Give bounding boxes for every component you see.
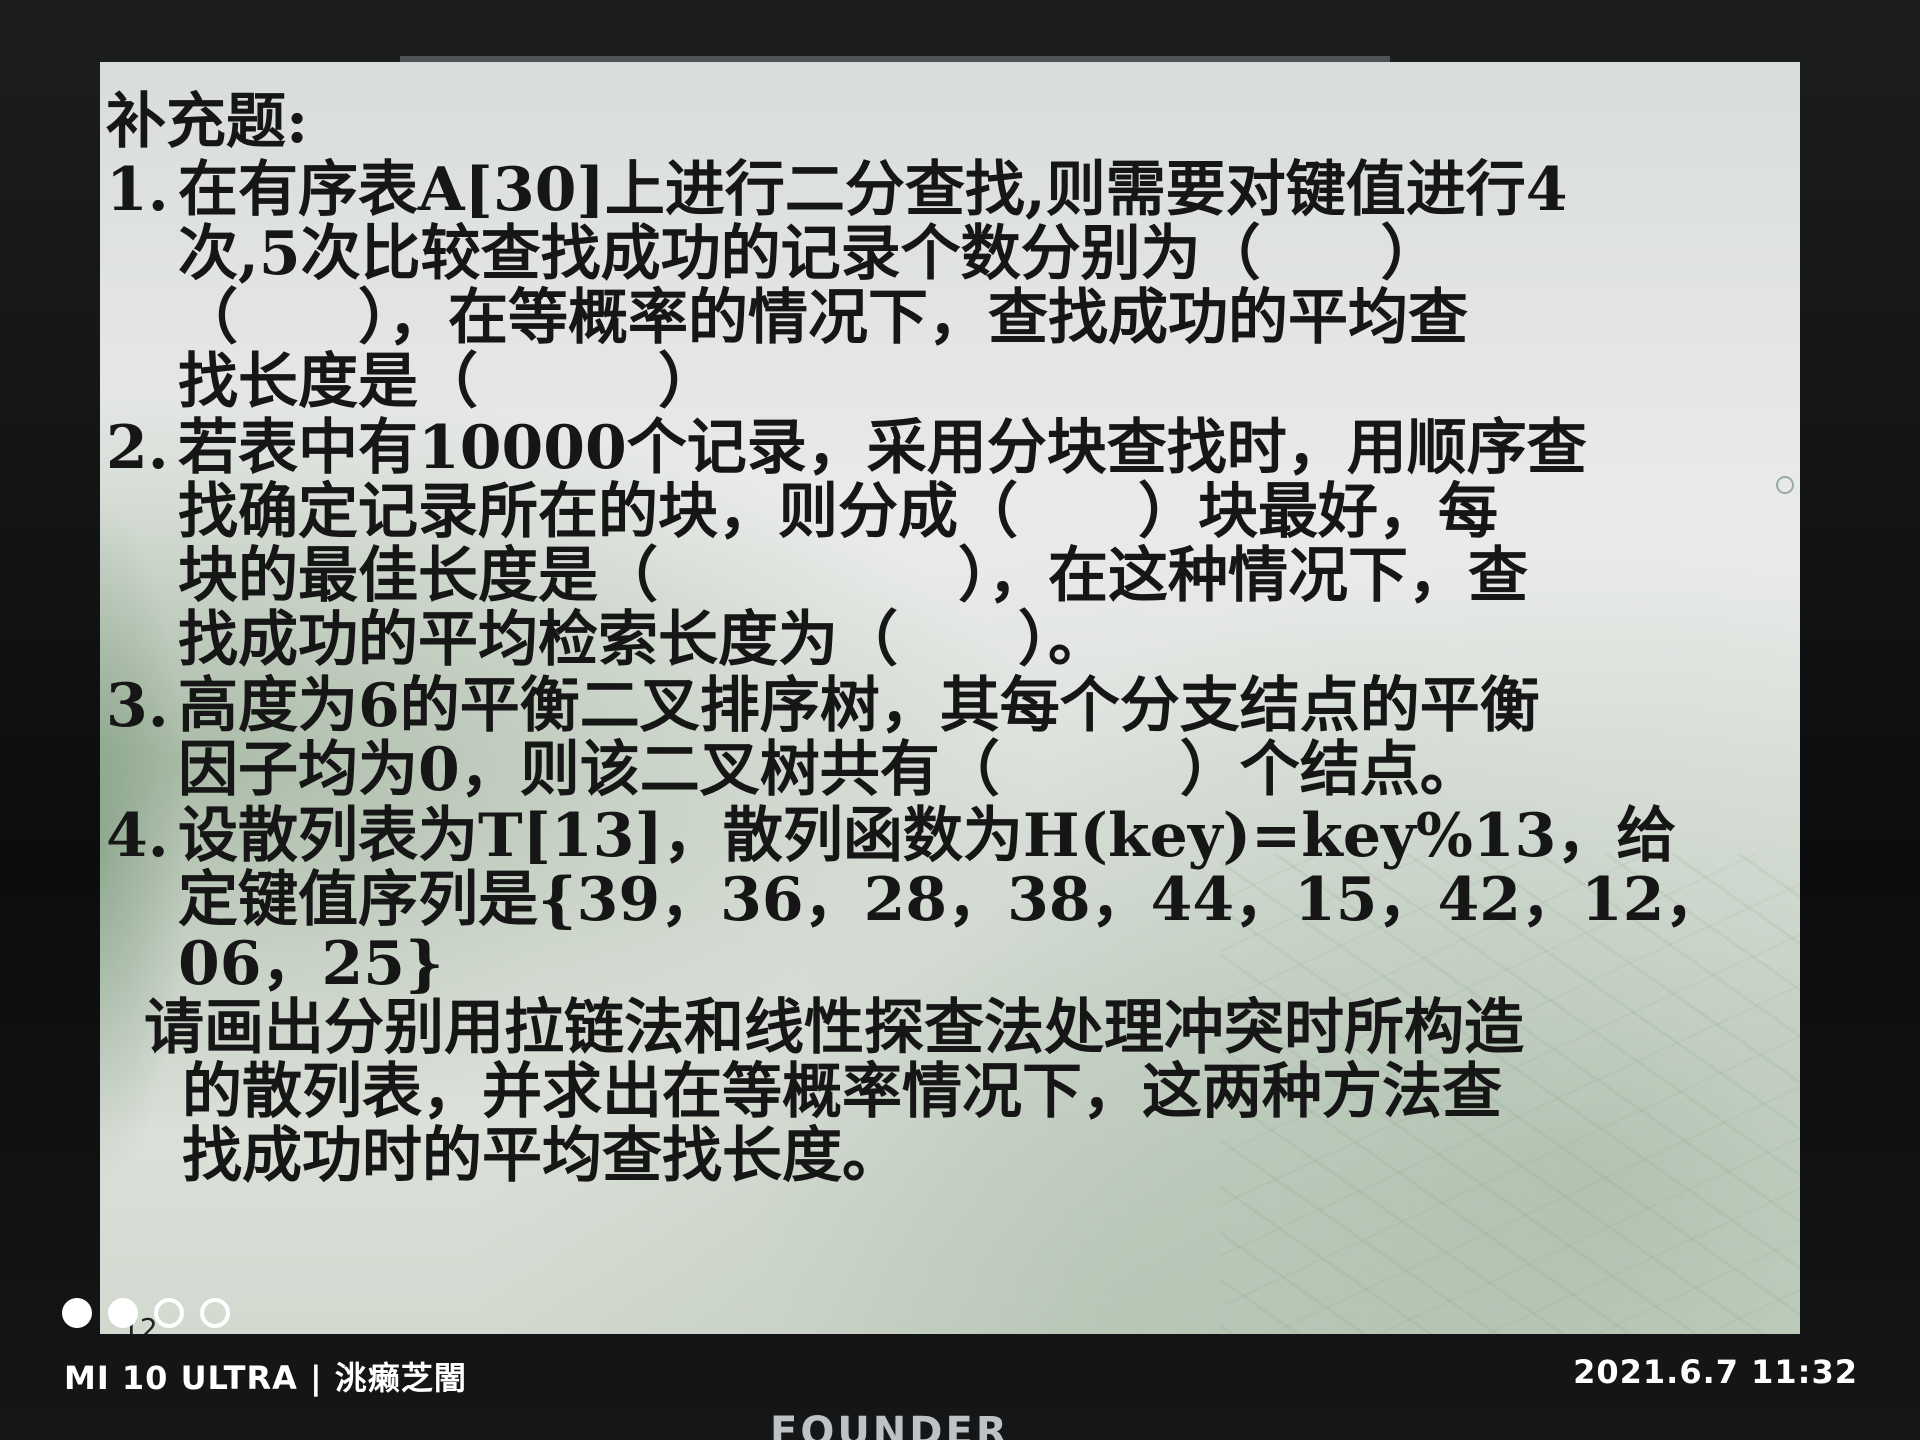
instruction-line: 请画出分别用拉链法和线性探查法处理冲突时所构造: [144, 993, 1524, 1063]
page-dot[interactable]: [154, 1298, 184, 1328]
question-line: 找长度是（ ）: [178, 347, 718, 417]
monitor-brand-logo: FOUNDER: [770, 1409, 1010, 1440]
question-body: 高度为6的平衡二叉排序树，其每个分支结点的平衡 因子均为0，则该二叉树共有（ ）…: [178, 674, 1796, 802]
question-line: 找确定记录所在的块，则分成（ ）块最好，每: [178, 477, 1498, 547]
question-line: 设散列表为T[13]，散列函数为H(key)=key%13，给: [178, 801, 1677, 871]
slide-text: 补充题: 1. 在有序表A[30]上进行二分查找,则需要对键值进行4 次,5次比…: [106, 90, 1796, 1188]
magnifier-icon: [1776, 476, 1794, 494]
instruction-line: 的散列表，并求出在等概率情况下，这两种方法查: [182, 1057, 1502, 1127]
question-number: 1.: [106, 155, 169, 225]
page-dot[interactable]: [62, 1298, 92, 1328]
question-number: 2.: [106, 413, 169, 483]
page-dot[interactable]: [200, 1298, 230, 1328]
question-line: 块的最佳长度是（ ），在这种情况下，查: [178, 541, 1528, 611]
photo-timestamp: 2021.6.7 11:32: [1573, 1353, 1858, 1391]
question-line: 若表中有10000个记录，采用分块查找时，用顺序查: [178, 413, 1587, 483]
question-line: 06，25}: [178, 929, 444, 999]
question-line: （ ），在等概率的情况下，查找成功的平均查: [178, 283, 1468, 353]
question-4-instructions: 请画出分别用拉链法和线性探查法处理冲突时所构造 的散列表，并求出在等概率情况下，…: [106, 996, 1796, 1188]
question-line: 在有序表A[30]上进行二分查找,则需要对键值进行4: [178, 155, 1568, 225]
question-body: 若表中有10000个记录，采用分块查找时，用顺序查 找确定记录所在的块，则分成（…: [178, 416, 1796, 672]
question-line: 因子均为0，则该二叉树共有（ ）个结点。: [178, 735, 1480, 805]
question-line: 找成功的平均检索长度为（ ）。: [178, 605, 1108, 675]
device-watermark: MI 10 ULTRA | 洮癞芝闇: [64, 1359, 467, 1397]
question-line: 高度为6的平衡二叉排序树，其每个分支结点的平衡: [178, 671, 1540, 741]
question-number: 4.: [106, 801, 169, 871]
question-body: 在有序表A[30]上进行二分查找,则需要对键值进行4 次,5次比较查找成功的记录…: [178, 158, 1796, 414]
projected-slide: 补充题: 1. 在有序表A[30]上进行二分查找,则需要对键值进行4 次,5次比…: [100, 62, 1800, 1334]
question-1: 1. 在有序表A[30]上进行二分查找,则需要对键值进行4 次,5次比较查找成功…: [106, 158, 1796, 414]
question-line: 定键值序列是{39，36，28，38，44，15，42，12，: [178, 865, 1725, 935]
question-number: 3.: [106, 671, 169, 741]
question-4: 4. 设散列表为T[13]，散列函数为H(key)=key%13，给 定键值序列…: [106, 804, 1796, 996]
question-3: 3. 高度为6的平衡二叉排序树，其每个分支结点的平衡 因子均为0，则该二叉树共有…: [106, 674, 1796, 802]
slide-heading: 补充题:: [106, 87, 309, 157]
page-dot[interactable]: [108, 1298, 138, 1328]
question-line: 次,5次比较查找成功的记录个数分别为（ ）: [178, 219, 1441, 289]
page-indicator: [62, 1298, 230, 1328]
question-2: 2. 若表中有10000个记录，采用分块查找时，用顺序查 找确定记录所在的块，则…: [106, 416, 1796, 672]
instruction-line: 找成功时的平均查找长度。: [182, 1121, 902, 1191]
question-body: 设散列表为T[13]，散列函数为H(key)=key%13，给 定键值序列是{3…: [178, 804, 1796, 996]
